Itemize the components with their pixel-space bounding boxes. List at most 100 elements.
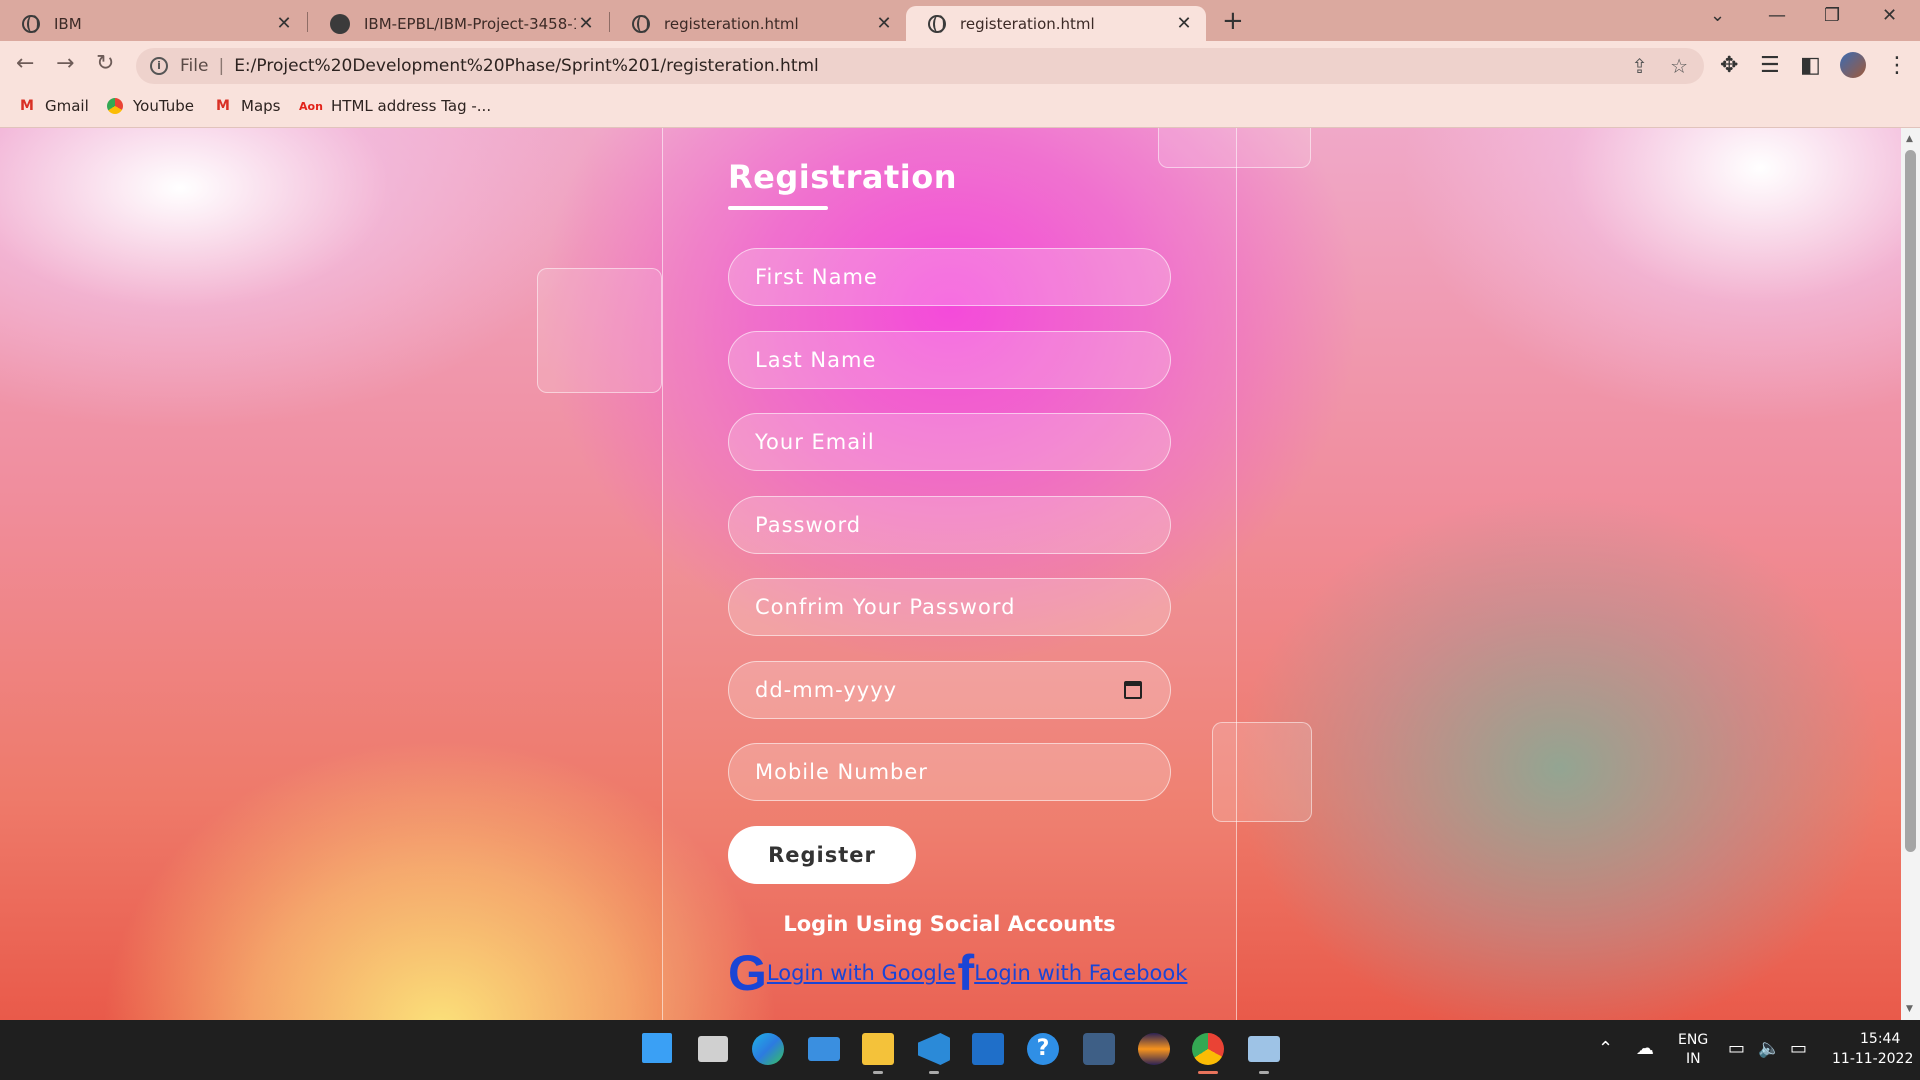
github-icon	[330, 13, 350, 34]
forward-arrow-icon[interactable]: →	[56, 51, 74, 76]
mail-icon[interactable]	[808, 1037, 840, 1061]
clock-date[interactable]: 11-11-2022	[1832, 1051, 1913, 1067]
share-icon[interactable]: ⇪	[1631, 54, 1648, 78]
app-icon[interactable]	[972, 1033, 1004, 1065]
side-panel-icon[interactable]: ◧	[1800, 53, 1821, 78]
clock-time[interactable]: 15:44	[1860, 1031, 1900, 1047]
globe-icon	[928, 14, 946, 33]
onedrive-icon[interactable]: ☁	[1636, 1038, 1654, 1059]
language-indicator[interactable]: ENG	[1678, 1032, 1708, 1048]
gmail-icon: M	[20, 98, 34, 114]
close-tab-icon[interactable]: ✕	[576, 13, 596, 34]
tab-strip: IBM ✕ IBM-EPBL/IBM-Project-3458-165 ✕ re…	[0, 0, 1920, 41]
close-tab-icon[interactable]: ✕	[874, 13, 894, 34]
aon-icon: Aon	[299, 99, 323, 113]
bookmark-youtube[interactable]: YouTube	[106, 97, 194, 115]
facebook-icon[interactable]: f	[958, 948, 975, 998]
scroll-down-arrow-icon[interactable]: ▼	[1906, 1004, 1913, 1014]
sql-tool-icon[interactable]	[1083, 1033, 1115, 1065]
restore-button[interactable]: ❐	[1824, 5, 1840, 26]
bookmark-label: Gmail	[45, 97, 89, 115]
first-name-input[interactable]: First Name	[728, 248, 1171, 306]
bookmark-gmail[interactable]: M Gmail	[18, 97, 89, 115]
mobile-number-input[interactable]: Mobile Number	[728, 743, 1171, 801]
bookmark-html-address[interactable]: Aon HTML address Tag -...	[299, 97, 492, 115]
close-tab-icon[interactable]: ✕	[1174, 13, 1194, 34]
bookmark-label: HTML address Tag -...	[331, 97, 492, 115]
title-underline	[728, 206, 828, 210]
windows-start-icon[interactable]	[642, 1033, 672, 1063]
app-running-indicator	[929, 1071, 939, 1074]
confirm-password-placeholder: Confrim Your Password	[755, 595, 1016, 619]
media-control-icon[interactable]: ☰	[1760, 53, 1780, 78]
tab-registration-active[interactable]: registeration.html ✕	[906, 6, 1206, 41]
site-info-icon[interactable]: i	[150, 57, 168, 75]
date-of-birth-input[interactable]: dd-mm-yyyy	[728, 661, 1171, 719]
battery-icon[interactable]: ▭	[1790, 1038, 1807, 1059]
network-icon[interactable]: ▭	[1728, 1038, 1745, 1059]
profile-avatar[interactable]	[1840, 52, 1866, 78]
page-viewport: Registration First Name Last Name Your E…	[0, 128, 1901, 1020]
last-name-placeholder: Last Name	[755, 348, 877, 372]
calendar-icon[interactable]	[1124, 681, 1142, 699]
tab-title: registeration.html	[664, 14, 799, 33]
bookmark-label: Maps	[241, 97, 281, 115]
region-indicator[interactable]: IN	[1686, 1051, 1701, 1067]
extensions-icon[interactable]: ✥	[1720, 53, 1738, 78]
reload-icon[interactable]: ↻	[96, 51, 114, 76]
bookmark-maps[interactable]: M Maps	[214, 97, 280, 115]
show-hidden-icons-chevron[interactable]: ⌃	[1598, 1038, 1613, 1059]
new-tab-button[interactable]: +	[1222, 6, 1244, 36]
tab-title: registeration.html	[960, 14, 1095, 33]
decorative-square	[537, 268, 662, 393]
url-text[interactable]: E:/Project%20Development%20Phase/Sprint%…	[234, 56, 819, 76]
confirm-password-input[interactable]: Confrim Your Password	[728, 578, 1171, 636]
gmail-icon: M	[216, 98, 230, 114]
google-icon[interactable]: G	[728, 948, 767, 998]
close-window-button[interactable]: ✕	[1882, 5, 1897, 26]
email-placeholder: Your Email	[755, 430, 875, 454]
back-arrow-icon[interactable]: ←	[16, 51, 34, 76]
login-with-google-link[interactable]: Login with Google	[767, 961, 956, 985]
tab-search-chevron-icon[interactable]: ⌄	[1710, 5, 1725, 26]
scrollbar-thumb[interactable]	[1905, 150, 1916, 852]
decorative-square	[1212, 722, 1312, 822]
date-placeholder: dd-mm-yyyy	[755, 678, 898, 702]
task-view-icon[interactable]	[698, 1036, 728, 1062]
scroll-up-arrow-icon[interactable]: ▲	[1906, 134, 1913, 144]
vscode-icon[interactable]	[918, 1033, 950, 1065]
tab-title: IBM-EPBL/IBM-Project-3458-165	[364, 14, 576, 33]
app-active-indicator	[1198, 1071, 1218, 1074]
tab-registration-1[interactable]: registeration.html ✕	[610, 6, 906, 41]
menu-kebab-icon[interactable]: ⋮	[1886, 53, 1908, 78]
tab-github[interactable]: IBM-EPBL/IBM-Project-3458-165 ✕	[308, 6, 608, 41]
decorative-square	[1158, 128, 1311, 168]
tab-ibm[interactable]: IBM ✕	[0, 6, 306, 41]
omnibox-actions: ⇪ ☆	[1631, 54, 1688, 78]
globe-icon	[22, 14, 40, 33]
close-tab-icon[interactable]: ✕	[274, 13, 294, 34]
social-login-heading: Login Using Social Accounts	[783, 912, 1116, 936]
bookmark-star-icon[interactable]: ☆	[1670, 54, 1688, 78]
divider: |	[218, 56, 225, 76]
edge-icon[interactable]	[752, 1033, 784, 1065]
file-explorer-icon[interactable]	[862, 1033, 894, 1065]
password-input[interactable]: Password	[728, 496, 1171, 554]
login-with-facebook-link[interactable]: Login with Facebook	[974, 961, 1187, 985]
chrome-icon[interactable]	[1192, 1033, 1224, 1065]
globe-icon	[632, 14, 650, 33]
address-bar[interactable]: i File | E:/Project%20Development%20Phas…	[136, 48, 1704, 84]
email-input[interactable]: Your Email	[728, 413, 1171, 471]
register-button[interactable]: Register	[728, 826, 916, 884]
password-placeholder: Password	[755, 513, 862, 537]
social-login-row: G Login with Google f Login with Faceboo…	[728, 948, 1187, 998]
help-icon[interactable]: ?	[1027, 1033, 1059, 1065]
bookmarks-bar: M Gmail YouTube M Maps Aon HTML address …	[0, 91, 1920, 128]
minimize-button[interactable]: —	[1768, 5, 1786, 26]
image-viewer-icon[interactable]	[1248, 1036, 1280, 1062]
eclipse-icon[interactable]	[1138, 1033, 1170, 1065]
volume-icon[interactable]: 🔈	[1758, 1038, 1780, 1059]
form-title: Registration	[728, 158, 957, 196]
last-name-input[interactable]: Last Name	[728, 331, 1171, 389]
page-scrollbar[interactable]: ▲ ▼	[1901, 128, 1920, 1020]
